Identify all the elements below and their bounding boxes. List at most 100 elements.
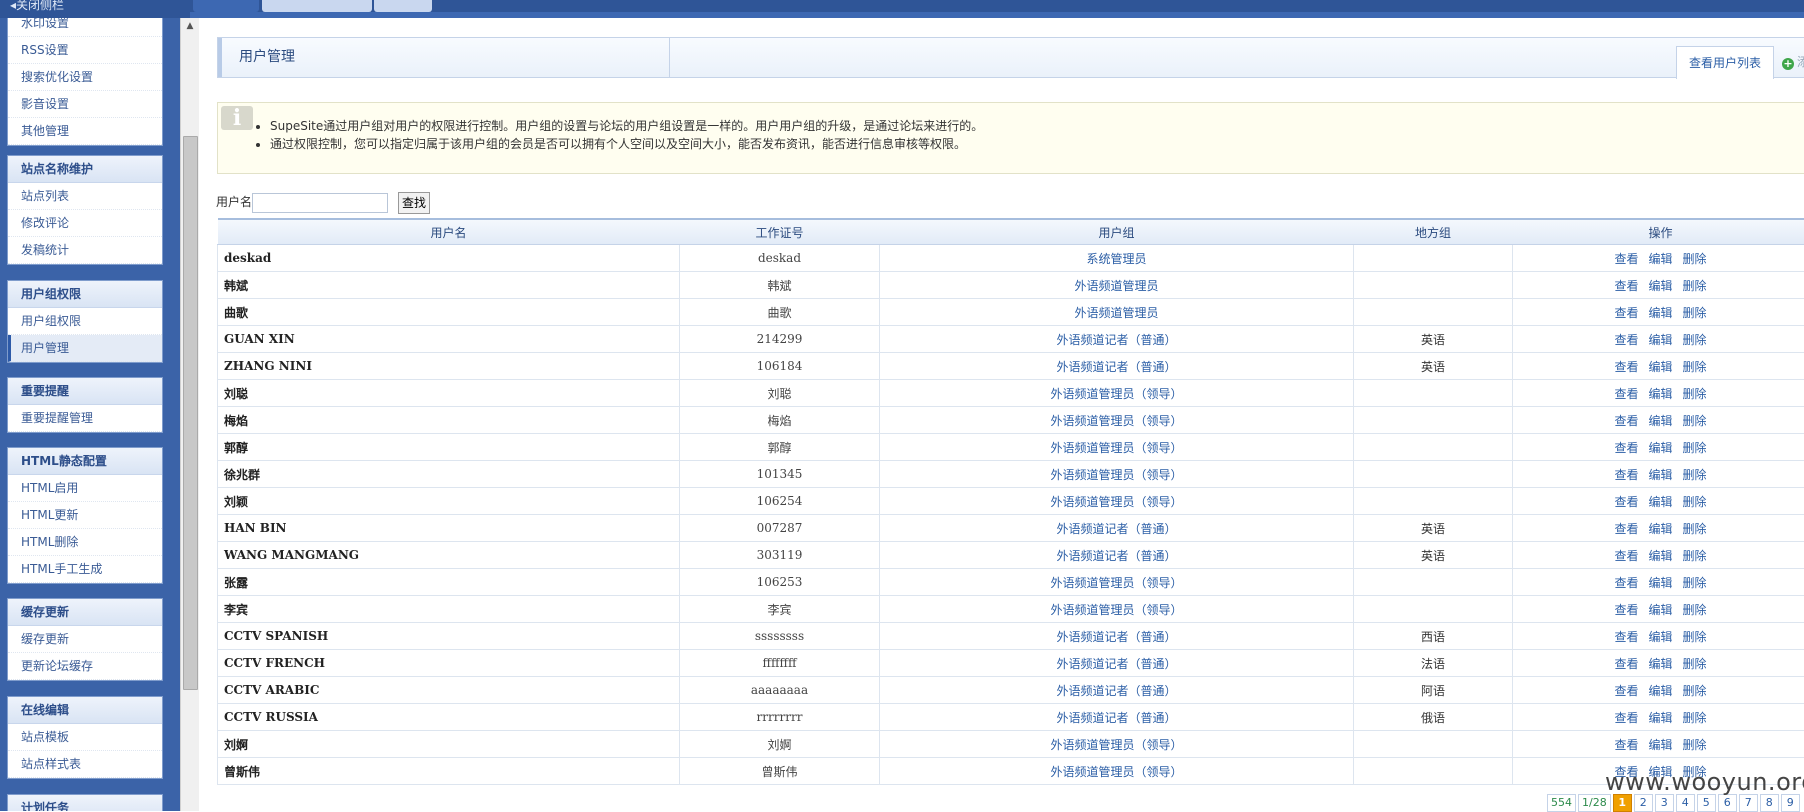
user-group-link[interactable]: 外语频道管理员（领导） — [880, 407, 1354, 434]
user-group-link[interactable]: 外语频道管理员（领导） — [880, 569, 1354, 596]
view-link[interactable]: 查看 — [1614, 711, 1638, 725]
view-link[interactable]: 查看 — [1614, 360, 1638, 374]
edit-link[interactable]: 编辑 — [1648, 576, 1672, 590]
sidebar-item[interactable]: RSS设置 — [8, 37, 162, 64]
search-button[interactable]: 查找 — [398, 192, 430, 214]
user-group-link[interactable]: 外语频道管理员（领导） — [880, 596, 1354, 623]
user-group-link[interactable]: 外语频道记者（普通） — [880, 623, 1354, 650]
sidebar-group-title[interactable]: 重要提醒 — [8, 378, 162, 405]
sidebar-item[interactable]: 更新论坛缓存 — [8, 653, 162, 680]
view-link[interactable]: 查看 — [1614, 657, 1638, 671]
sidebar-item[interactable]: 用户组权限 — [8, 308, 162, 335]
delete-link[interactable]: 删除 — [1683, 279, 1707, 293]
user-group-link[interactable]: 外语频道记者（普通） — [880, 542, 1354, 569]
user-group-link[interactable]: 外语频道记者（普通） — [880, 704, 1354, 731]
view-link[interactable]: 查看 — [1614, 630, 1638, 644]
edit-link[interactable]: 编辑 — [1648, 738, 1672, 752]
user-group-link[interactable]: 外语频道管理员 — [880, 299, 1354, 326]
sidebar-item[interactable]: 站点样式表 — [8, 751, 162, 778]
delete-link[interactable]: 删除 — [1683, 441, 1707, 455]
pager-page[interactable]: 3 — [1655, 794, 1674, 812]
delete-link[interactable]: 删除 — [1683, 414, 1707, 428]
delete-link[interactable]: 删除 — [1683, 684, 1707, 698]
edit-link[interactable]: 编辑 — [1648, 387, 1672, 401]
sidebar-group-title[interactable]: 在线编辑 — [8, 697, 162, 724]
tab-view-user-list[interactable]: 查看用户列表 — [1676, 46, 1774, 79]
edit-link[interactable]: 编辑 — [1648, 657, 1672, 671]
pager-page[interactable]: 9 — [1781, 794, 1800, 812]
pager-page[interactable]: 4 — [1676, 794, 1695, 812]
user-group-link[interactable]: 外语频道管理员 — [880, 272, 1354, 299]
user-group-link[interactable]: 外语频道管理员（领导） — [880, 731, 1354, 758]
sidebar-item[interactable]: 站点模板 — [8, 724, 162, 751]
view-link[interactable]: 查看 — [1614, 684, 1638, 698]
delete-link[interactable]: 删除 — [1683, 549, 1707, 563]
add-button[interactable]: +添 — [1782, 46, 1804, 78]
view-link[interactable]: 查看 — [1614, 549, 1638, 563]
sidebar-group-title[interactable]: 计划任务 — [8, 795, 162, 811]
sidebar-item-user-management[interactable]: 用户管理 — [8, 335, 162, 362]
user-group-link[interactable]: 外语频道记者（普通） — [880, 326, 1354, 353]
view-link[interactable]: 查看 — [1614, 279, 1638, 293]
view-link[interactable]: 查看 — [1614, 387, 1638, 401]
pager-page[interactable]: 5 — [1697, 794, 1716, 812]
sidebar-item[interactable]: 重要提醒管理 — [8, 405, 162, 432]
edit-link[interactable]: 编辑 — [1648, 252, 1672, 266]
view-link[interactable]: 查看 — [1614, 738, 1638, 752]
edit-link[interactable]: 编辑 — [1648, 630, 1672, 644]
edit-link[interactable]: 编辑 — [1648, 549, 1672, 563]
user-group-link[interactable]: 外语频道记者（普通） — [880, 650, 1354, 677]
pager-page[interactable]: 8 — [1760, 794, 1779, 812]
delete-link[interactable]: 删除 — [1683, 468, 1707, 482]
user-group-link[interactable]: 外语频道管理员（领导） — [880, 434, 1354, 461]
sidebar-item[interactable]: 发稿统计 — [8, 237, 162, 264]
view-link[interactable]: 查看 — [1614, 441, 1638, 455]
delete-link[interactable]: 删除 — [1683, 738, 1707, 752]
pager-page[interactable]: 6 — [1718, 794, 1737, 812]
edit-link[interactable]: 编辑 — [1648, 279, 1672, 293]
sidebar-item[interactable]: 缓存更新 — [8, 626, 162, 653]
tab-1[interactable] — [193, 0, 259, 12]
view-link[interactable]: 查看 — [1614, 252, 1638, 266]
sidebar-item[interactable]: HTML删除 — [8, 529, 162, 556]
user-group-link[interactable]: 外语频道管理员（领导） — [880, 488, 1354, 515]
sidebar-group-title[interactable]: 用户组权限 — [8, 281, 162, 308]
sidebar-item[interactable]: HTML启用 — [8, 475, 162, 502]
delete-link[interactable]: 删除 — [1683, 657, 1707, 671]
sidebar-item[interactable]: 站点列表 — [8, 183, 162, 210]
user-group-link[interactable]: 外语频道记者（普通） — [880, 353, 1354, 380]
edit-link[interactable]: 编辑 — [1648, 711, 1672, 725]
user-group-link[interactable]: 外语频道管理员（领导） — [880, 461, 1354, 488]
view-link[interactable]: 查看 — [1614, 414, 1638, 428]
sidebar-item[interactable]: HTML更新 — [8, 502, 162, 529]
edit-link[interactable]: 编辑 — [1648, 684, 1672, 698]
pager-page[interactable]: 2 — [1634, 794, 1653, 812]
username-search-input[interactable] — [252, 193, 388, 213]
sidebar-item[interactable]: 搜索优化设置 — [8, 64, 162, 91]
user-group-link[interactable]: 外语频道记者（普通） — [880, 515, 1354, 542]
scroll-up-icon[interactable]: ▲ — [181, 18, 199, 34]
view-link[interactable]: 查看 — [1614, 576, 1638, 590]
view-link[interactable]: 查看 — [1614, 333, 1638, 347]
delete-link[interactable]: 删除 — [1683, 630, 1707, 644]
delete-link[interactable]: 删除 — [1683, 306, 1707, 320]
pager-page-current[interactable]: 1 — [1613, 794, 1632, 812]
edit-link[interactable]: 编辑 — [1648, 333, 1672, 347]
user-group-link[interactable]: 外语频道记者（普通） — [880, 677, 1354, 704]
user-group-link[interactable]: 系统管理员 — [880, 245, 1354, 272]
edit-link[interactable]: 编辑 — [1648, 603, 1672, 617]
view-link[interactable]: 查看 — [1614, 495, 1638, 509]
tab-2[interactable] — [262, 0, 372, 12]
sidebar-item[interactable]: 其他管理 — [8, 118, 162, 145]
sidebar-item[interactable]: HTML手工生成 — [8, 556, 162, 583]
sidebar-toggle[interactable]: ◂关闭侧栏 — [10, 0, 64, 14]
edit-link[interactable]: 编辑 — [1648, 468, 1672, 482]
user-group-link[interactable]: 外语频道管理员（领导） — [880, 758, 1354, 785]
sidebar-item[interactable]: 水印设置 — [8, 18, 162, 37]
edit-link[interactable]: 编辑 — [1648, 522, 1672, 536]
view-link[interactable]: 查看 — [1614, 522, 1638, 536]
sidebar-item[interactable]: 修改评论 — [8, 210, 162, 237]
tab-3[interactable] — [374, 0, 432, 12]
delete-link[interactable]: 删除 — [1683, 495, 1707, 509]
sidebar-group-title[interactable]: 缓存更新 — [8, 599, 162, 626]
